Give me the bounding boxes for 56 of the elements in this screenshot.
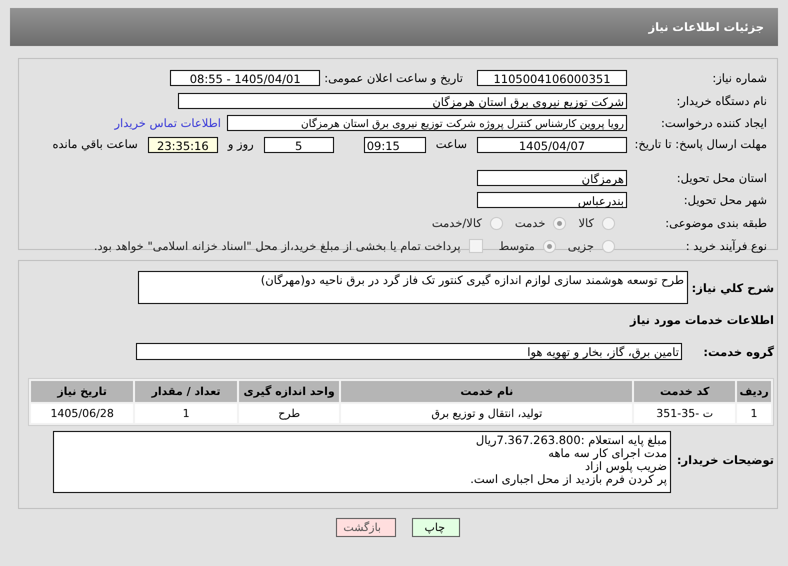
need-number-field: 1105004106000351	[477, 70, 627, 86]
print-button[interactable]: چاپ	[412, 518, 460, 537]
remaining-time-field: 23:35:16	[148, 136, 218, 152]
field-label: شهر محل تحویل:	[682, 193, 767, 208]
field-label: مهلت ارسال پاسخ: تا تاریخ:	[633, 136, 767, 150]
section-title: اطلاعات خدمات مورد نیاز	[628, 312, 775, 329]
field-label: نوع فرآیند خرید :	[684, 239, 767, 253]
table-cell: تولید، انتقال و توزیع برق	[341, 404, 632, 423]
radio-label: کالا/خدمت	[432, 216, 482, 230]
column-header: کد خدمت	[634, 381, 736, 402]
radio-label: خدمت	[514, 216, 546, 230]
days-label: روز و	[228, 136, 254, 150]
table-cell: ت -35-351	[634, 404, 736, 423]
radio-button[interactable]	[490, 216, 503, 230]
field-label: توضیحات خریدار:	[676, 452, 775, 467]
table-cell: 1	[135, 404, 237, 423]
days-field: 5	[264, 136, 334, 152]
table-cell: طرح	[238, 404, 340, 423]
radio-label: کالا	[578, 216, 594, 230]
field-label: استان محل تحویل:	[676, 170, 767, 185]
column-header: تعداد / مقدار	[135, 381, 237, 402]
radio-button[interactable]	[542, 240, 556, 252]
table-cell: 1	[737, 404, 771, 423]
radio-label: متوسط	[498, 239, 535, 253]
remaining-label: ساعت باقي مانده	[52, 136, 138, 150]
buyer-contact-link[interactable]: اطلاعات تماس خریدار	[114, 116, 221, 130]
field-label: شماره نیاز:	[711, 71, 767, 86]
column-header: تاریخ نیاز	[31, 381, 134, 402]
description-field: طرح توسعه هوشمند سازی لوازم اندازه گیری کنتور تک فاز گرد در برق ناحیه دو(مهرگان)	[138, 271, 688, 304]
buyer-notes-field: مبلغ پایه استعلام :7.367.263.800ریال مدت اجرای کار سه ماهه ضریب پلوس ازاد پر کردن فرم بازدید از محل اجباری است.	[53, 431, 671, 493]
column-header: نام خدمت	[341, 381, 632, 402]
field-label: شرح کلي نیاز:	[690, 280, 775, 295]
checkbox-label: پرداخت تمام یا بخشی از مبلغ خرید،از محل "اسناد خزانه اسلامی" خواهد بود.	[94, 239, 461, 253]
table-cell: 1405/06/28	[31, 404, 134, 423]
field-label: ایجاد کننده درخواست:	[660, 116, 767, 130]
radio-button[interactable]	[602, 216, 615, 230]
deadline-date-field: 1405/04/07	[477, 136, 627, 152]
field-label: طبقه بندی موضوعی:	[664, 216, 767, 230]
back-button[interactable]: بازگشت	[336, 518, 396, 537]
time-label: ساعت	[436, 136, 467, 150]
page-title: جزئیات اطلاعات نیاز	[648, 20, 764, 34]
radio-label: جزیی	[568, 239, 594, 253]
province-field: هرمزگان	[477, 170, 627, 186]
checkbox[interactable]	[468, 239, 483, 253]
requester-field: رویا پروین کارشناس کنترل پروژه شرکت توزیع نیروی برق استان هرمزگان	[227, 115, 627, 132]
column-header: ردیف	[737, 381, 771, 402]
service-group-field: تامین برق، گاز، بخار و تهویه هوا	[136, 343, 682, 360]
radio-button[interactable]	[553, 216, 566, 230]
field-label: گروه خدمت:	[702, 344, 775, 359]
announce-date-field: 1405/04/01 - 08:55	[170, 70, 320, 86]
field-label: تاریخ و ساعت اعلان عمومی:	[324, 71, 463, 86]
column-header: واحد اندازه گیری	[238, 381, 340, 402]
city-field: بندرعباس	[477, 192, 627, 208]
deadline-time-field: 09:15	[364, 136, 426, 152]
radio-button[interactable]	[602, 240, 615, 252]
field-label: نام دستگاه خریدار:	[675, 94, 767, 108]
